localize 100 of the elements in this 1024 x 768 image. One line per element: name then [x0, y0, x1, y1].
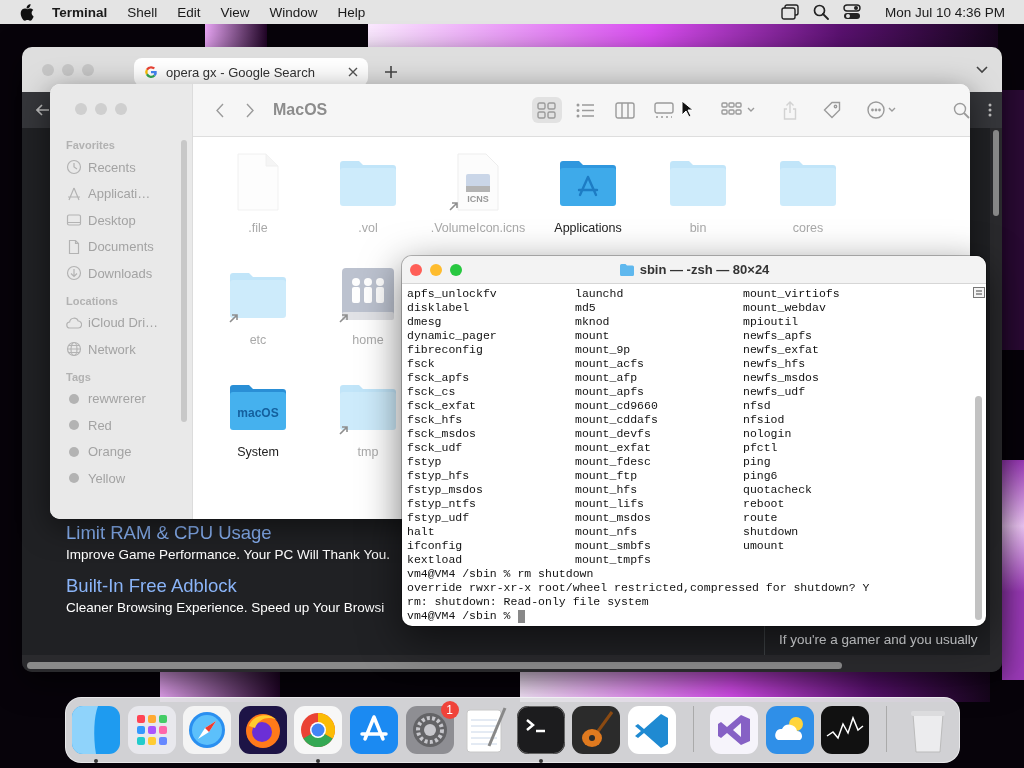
search-icon[interactable] [812, 4, 829, 20]
browser-tab[interactable]: opera gx - Google Search [134, 58, 368, 86]
scroll-thumb[interactable] [27, 662, 842, 669]
file-name: mknod [575, 315, 611, 329]
chevron-down-icon[interactable] [976, 66, 988, 74]
plus-icon[interactable] [384, 65, 398, 79]
menu-item[interactable]: Help [337, 4, 366, 20]
windows-icon[interactable] [780, 4, 799, 20]
menu-item[interactable]: View [220, 4, 250, 20]
file-name: mount_webdav [743, 301, 827, 315]
window-control[interactable] [75, 103, 87, 115]
window-control[interactable] [115, 103, 127, 115]
file-name: .vol [358, 221, 378, 235]
guitar-icon[interactable] [572, 706, 621, 754]
scroll-thumb[interactable] [975, 396, 982, 620]
sidebar-item[interactable]: Desktop [66, 207, 181, 234]
more-icon[interactable] [988, 103, 992, 117]
split-pane-icon[interactable] [973, 287, 985, 298]
file-name: .file [248, 221, 268, 235]
window-control[interactable] [430, 264, 442, 276]
desktop-icon [66, 212, 82, 229]
cloud-sun-icon[interactable] [765, 706, 814, 754]
scroll-thumb[interactable] [993, 130, 999, 216]
window-control[interactable] [410, 264, 422, 276]
file-name: newfs_udf [743, 385, 807, 399]
scrollbar[interactable] [181, 140, 187, 422]
window-control[interactable] [42, 63, 54, 76]
file-name: cores [792, 221, 824, 235]
file-name: mpioutil [743, 315, 800, 329]
flame-globe-icon[interactable] [238, 706, 287, 754]
sidebar-item[interactable]: Network [66, 336, 181, 363]
toggle-switches-icon[interactable] [842, 4, 861, 20]
feature-text: Improve Game Performance. Your PC Will Thank You. [66, 546, 390, 564]
sidebar-item[interactable]: rewwrerer [66, 385, 181, 412]
file-name: dynamic_pager [407, 329, 498, 343]
window-title: sbin — -zsh — 80×24 [639, 262, 770, 277]
sidebar-item[interactable]: Orange [66, 438, 181, 465]
file-name: ping [743, 455, 772, 469]
terminal-icon[interactable] [516, 706, 565, 754]
apple-icon[interactable] [19, 3, 34, 21]
app-grid-icon[interactable] [127, 706, 176, 754]
forward-icon[interactable] [246, 102, 255, 118]
ribbon-icon[interactable] [627, 706, 676, 754]
feature-heading[interactable]: Limit RAM & CPU Usage [66, 522, 272, 543]
file-name: fsck_exfat [407, 399, 477, 413]
window-control[interactable] [95, 103, 107, 115]
file-name: fstyp_ntfs [407, 497, 477, 511]
group-icon[interactable] [721, 102, 757, 118]
terminal-line: vm4@VM4 /sbin % [407, 609, 511, 623]
close-icon[interactable] [348, 67, 358, 77]
file-name: mount_smbfs [575, 539, 652, 553]
colored-ring-icon[interactable] [294, 706, 343, 754]
window-control[interactable] [82, 63, 94, 76]
download-icon [66, 265, 82, 282]
file-name: mount_virtiofs [743, 287, 841, 301]
file-name: mount_hfs [575, 483, 639, 497]
view-button[interactable] [532, 97, 562, 123]
window-control[interactable] [450, 264, 462, 276]
apps-icon [66, 185, 82, 202]
menu-item[interactable]: Terminal [52, 4, 108, 20]
menu-item[interactable]: Window [269, 4, 318, 20]
tag-icon[interactable] [823, 101, 841, 119]
file-name: apfs_unlockfv [407, 287, 498, 301]
file-name: mount_acfs [575, 357, 645, 371]
sidebar-item[interactable]: Downloads [66, 260, 181, 287]
file-name: shutdown [743, 525, 800, 539]
sidebar-item[interactable]: Red [66, 412, 181, 439]
back-icon[interactable] [215, 102, 224, 118]
line-chart-icon[interactable] [821, 706, 870, 754]
file-name: fibreconfig [407, 343, 484, 357]
split-tile-icon[interactable] [72, 706, 120, 754]
crossed-pencils-icon[interactable] [349, 706, 398, 754]
terminal-line: vm4@VM4 /sbin % rm shutdown [407, 567, 594, 581]
menu-item[interactable]: Edit [177, 4, 201, 20]
back-arrow-icon[interactable] [36, 104, 50, 116]
menu-item[interactable]: Shell [127, 4, 158, 20]
file-name: mount_apfs [575, 385, 645, 399]
file-name: quotacheck [743, 483, 813, 497]
file-name: mount_tmpfs [575, 553, 652, 567]
columns-icon [615, 101, 635, 119]
ribbon-icon[interactable] [710, 706, 759, 754]
sidebar-item[interactable]: Documents [66, 233, 181, 260]
gear-icon[interactable] [405, 706, 454, 754]
file-name: fsck [407, 357, 436, 371]
file-name: fsck_cs [407, 385, 457, 399]
file-name: pfctl [743, 441, 779, 455]
sidebar-item[interactable]: Applicati… [66, 180, 181, 207]
file-name: bin [689, 221, 707, 235]
feature-text: Cleaner Browsing Experience. Speed up Your Browsi [66, 599, 385, 617]
sidebar-item[interactable]: iCloud Dri… [66, 309, 181, 336]
file-name: mount_exfat [575, 441, 652, 455]
terminal-line: rm: shutdown: Read-only file system [407, 595, 649, 609]
compass-icon[interactable] [183, 706, 232, 754]
window-control[interactable] [62, 63, 74, 76]
sidebar-item[interactable]: Recents [66, 154, 181, 181]
share-icon[interactable] [783, 100, 797, 120]
icon-grid-icon [537, 101, 557, 119]
sidebar-item[interactable]: Yellow [66, 465, 181, 492]
file-name: fstyp_udf [407, 511, 471, 525]
feature-heading[interactable]: Built-In Free Adblock [66, 575, 237, 596]
